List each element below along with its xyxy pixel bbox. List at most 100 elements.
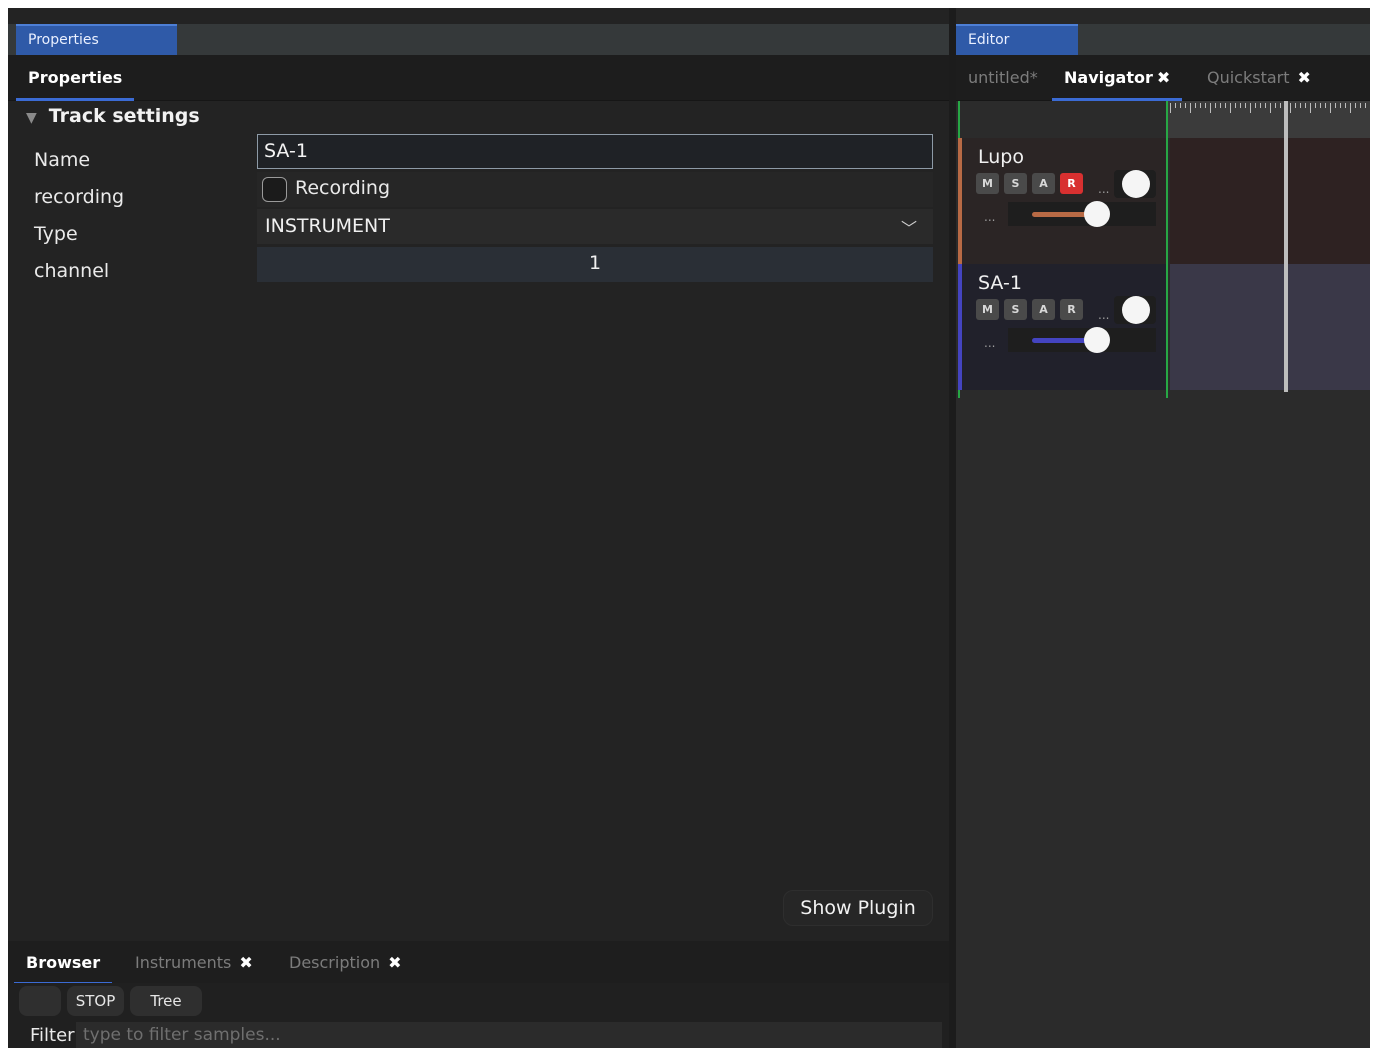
tab-navigator-label: Navigator	[1064, 68, 1153, 87]
track-name: SA-1	[978, 272, 1022, 294]
track-row: SA-1 M S A R ... ...	[958, 264, 1370, 390]
track-overflow-dots[interactable]: ...	[1098, 182, 1109, 196]
properties-tabbar: Properties	[8, 55, 949, 101]
channel-spinbox[interactable]: 1	[257, 247, 933, 282]
tab-untitled[interactable]: untitled*	[956, 55, 1050, 101]
ruler-tick	[1245, 103, 1246, 108]
editor-dock-title[interactable]: Editor	[956, 24, 1078, 55]
ruler-tick	[1250, 103, 1251, 113]
tab-browser[interactable]: Browser	[14, 941, 113, 985]
ruler-tick	[1205, 103, 1206, 108]
track-header[interactable]: SA-1 M S A R ... ...	[962, 264, 1166, 390]
mute-button[interactable]: M	[976, 173, 999, 194]
tab-quickstart-label: Quickstart	[1207, 68, 1290, 87]
properties-dock-title[interactable]: Properties	[16, 24, 177, 55]
browser-blank-button[interactable]	[19, 986, 61, 1016]
volume-slider-thumb[interactable]	[1084, 327, 1110, 353]
channel-label: channel	[34, 260, 110, 282]
ruler-tick	[1185, 103, 1186, 108]
ruler-tick	[1300, 103, 1301, 108]
record-arm-button[interactable]: R	[1060, 299, 1083, 320]
filter-label: Filter	[30, 1025, 75, 1046]
ruler-tick	[1335, 103, 1336, 108]
ruler-tick	[1360, 103, 1361, 108]
channel-value: 1	[588, 252, 602, 274]
recording-label: recording	[34, 186, 125, 208]
record-arm-button[interactable]: R	[1060, 173, 1083, 194]
ruler-tick	[1215, 103, 1216, 108]
tab-instruments[interactable]: Instruments ✖	[123, 941, 265, 985]
playhead-line[interactable]	[1284, 101, 1288, 392]
ruler-tick	[1180, 103, 1181, 108]
ruler-tick	[1170, 103, 1171, 113]
ruler-tick	[1255, 103, 1256, 108]
track-lane[interactable]	[1170, 138, 1370, 264]
ruler-tick	[1235, 103, 1236, 108]
editor-pane: Editor untitled* Navigator ✖ Quickstart ✖ …	[956, 8, 1370, 1048]
tree-button[interactable]: Tree	[130, 986, 202, 1016]
properties-dock-header: Properties	[8, 24, 949, 55]
navigator-view: Lupo M S A R ... ... SA-1 M S A R ... ..…	[956, 101, 1370, 1048]
tab-instruments-label: Instruments	[135, 953, 232, 972]
timeline-ruler[interactable]	[1168, 101, 1370, 138]
close-icon[interactable]: ✖	[1298, 68, 1311, 87]
tab-description-label: Description	[289, 953, 381, 972]
tab-description[interactable]: Description ✖	[277, 941, 414, 985]
automation-button[interactable]: A	[1032, 173, 1055, 194]
pan-knob[interactable]	[1122, 296, 1150, 324]
track-settings-header[interactable]: ▼ Track settings	[26, 105, 200, 127]
filter-input[interactable]: type to filter samples...	[76, 1022, 942, 1048]
close-icon[interactable]: ✖	[1157, 68, 1170, 87]
track-row: Lupo M S A R ... ...	[958, 138, 1370, 264]
automation-button[interactable]: A	[1032, 299, 1055, 320]
recording-checkbox[interactable]	[262, 177, 287, 202]
track-header[interactable]: Lupo M S A R ... ...	[962, 138, 1166, 264]
pan-knob[interactable]	[1122, 170, 1150, 198]
track-overflow-dots[interactable]: ...	[1098, 308, 1109, 322]
volume-slider-fill	[1032, 338, 1092, 343]
tab-quickstart[interactable]: Quickstart ✖	[1195, 55, 1323, 101]
type-select[interactable]: INSTRUMENT ﹀	[257, 209, 933, 244]
ruler-tick	[1365, 103, 1366, 108]
ruler-tick	[1265, 103, 1266, 108]
track-options-dots[interactable]: ...	[984, 210, 995, 224]
solo-button[interactable]: S	[1004, 299, 1027, 320]
track-lane[interactable]	[1170, 264, 1370, 390]
ruler-tick	[1290, 103, 1291, 113]
ruler-tick	[1260, 103, 1261, 108]
name-field-value: SA-1	[264, 140, 308, 162]
ruler-tick	[1355, 103, 1356, 108]
type-label: Type	[34, 223, 78, 245]
volume-slider-thumb[interactable]	[1084, 201, 1110, 227]
ruler-tick	[1350, 103, 1351, 113]
tab-properties[interactable]: Properties	[16, 55, 135, 101]
ruler-tick	[1280, 103, 1281, 108]
ruler-tick	[1195, 103, 1196, 108]
ruler-tick	[1345, 103, 1346, 108]
ruler-tick	[1240, 103, 1241, 108]
ruler-tick	[1320, 103, 1321, 108]
close-icon[interactable]: ✖	[239, 953, 252, 972]
solo-button[interactable]: S	[1004, 173, 1027, 194]
ruler-tick	[1305, 103, 1306, 108]
ruler-tick	[1295, 103, 1296, 108]
ruler-tick	[1270, 103, 1271, 113]
filter-row: Filter type to filter samples...	[8, 1021, 949, 1048]
app-window: Properties Properties ▼ Track settings Na…	[8, 8, 1370, 1048]
mute-button[interactable]: M	[976, 299, 999, 320]
track-options-dots[interactable]: ...	[984, 336, 995, 350]
close-icon[interactable]: ✖	[388, 953, 401, 972]
disclosure-triangle-icon[interactable]: ▼	[26, 110, 37, 126]
ruler-tick	[1310, 103, 1311, 113]
name-field[interactable]: SA-1	[257, 134, 933, 169]
recording-checkbox-label[interactable]: Recording	[295, 177, 390, 199]
ruler-tick	[1190, 103, 1191, 113]
tab-navigator[interactable]: Navigator ✖	[1052, 55, 1183, 101]
ruler-tick	[1200, 103, 1201, 108]
editor-tabbar: untitled* Navigator ✖ Quickstart ✖	[956, 55, 1370, 101]
browser-toolbar: STOP Tree	[8, 983, 949, 1021]
name-label: Name	[34, 149, 91, 171]
ruler-tick	[1315, 103, 1316, 108]
show-plugin-button[interactable]: Show Plugin	[783, 890, 933, 926]
stop-button[interactable]: STOP	[67, 986, 124, 1016]
